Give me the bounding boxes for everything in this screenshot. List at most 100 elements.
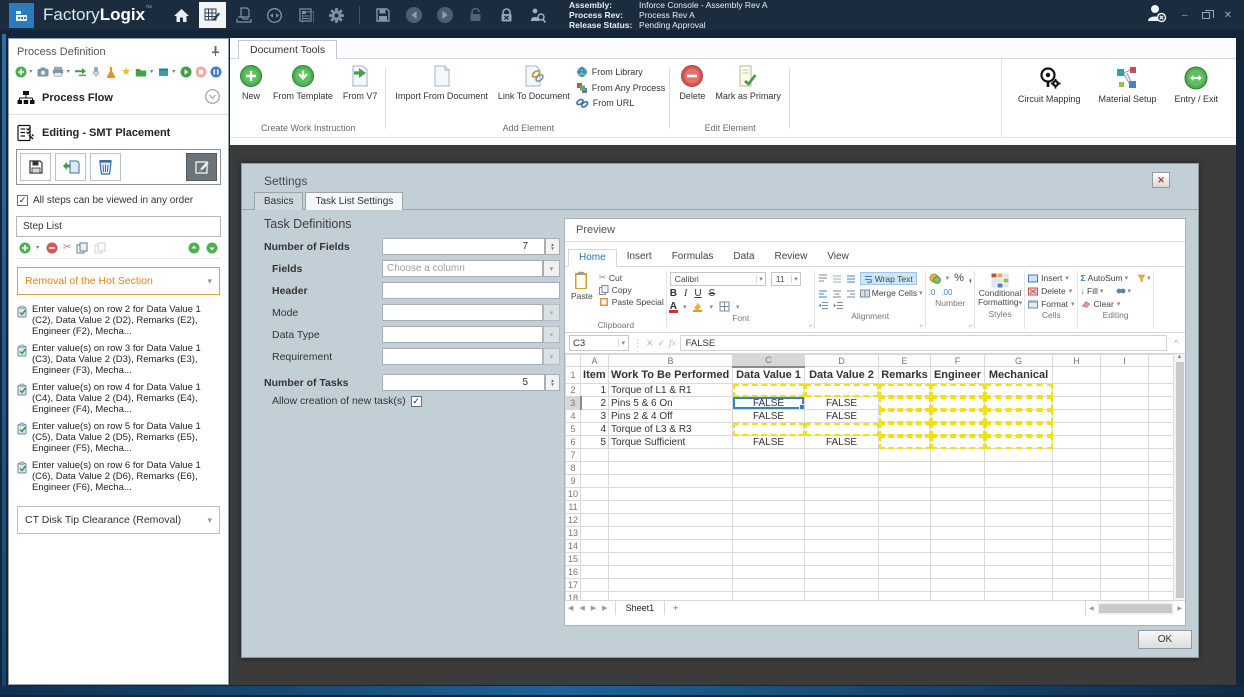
cell-A16[interactable] <box>580 565 610 579</box>
delete-cells-button[interactable]: Delete ▾ <box>1028 286 1074 296</box>
cell-G1[interactable]: Mechanical <box>984 366 1054 384</box>
cell-E2[interactable] <box>878 383 932 397</box>
font-dialog-launcher[interactable]: ⌐ <box>809 323 813 330</box>
align-top-icon[interactable] <box>818 274 828 283</box>
cell-A8[interactable] <box>580 461 610 475</box>
cell-B16[interactable] <box>608 565 734 579</box>
cell-H18[interactable] <box>1052 591 1102 600</box>
confirm-entry-button[interactable]: ✓ <box>658 338 666 349</box>
order-checkbox[interactable]: ✓ <box>17 195 28 206</box>
cell-C8[interactable] <box>732 461 806 475</box>
mic-icon[interactable] <box>89 65 102 78</box>
cell-I18[interactable] <box>1100 591 1150 600</box>
cell-G2[interactable] <box>984 383 1054 397</box>
delete-definition-button[interactable] <box>90 153 121 181</box>
entry-exit-button[interactable]: Entry / Exit <box>1170 63 1222 137</box>
cell-H14[interactable] <box>1052 539 1102 553</box>
cell-G9[interactable] <box>984 474 1054 488</box>
column-header-A[interactable]: A <box>580 354 610 367</box>
wrap-text-button[interactable]: Wrap Text <box>859 272 917 285</box>
from-any-process-button[interactable]: From Any Process <box>576 82 665 94</box>
cell-B12[interactable] <box>608 513 734 527</box>
cell-E18[interactable] <box>878 591 932 600</box>
pin-icon[interactable] <box>211 45 220 59</box>
excel-tab-review[interactable]: Review <box>765 249 818 266</box>
cell-A11[interactable] <box>580 500 610 514</box>
unlock-icon[interactable] <box>462 2 489 28</box>
cell-D11[interactable] <box>804 500 880 514</box>
cell-E9[interactable] <box>878 474 932 488</box>
cell-A13[interactable] <box>580 526 610 540</box>
underline-button[interactable]: U <box>694 288 701 299</box>
cell-I4[interactable] <box>1100 409 1150 423</box>
cell-G3[interactable] <box>984 396 1054 410</box>
cell-B6[interactable]: Torque Sufficient <box>608 435 734 449</box>
cell-A12[interactable] <box>580 513 610 527</box>
print-dropdown-icon[interactable]: ▾ <box>67 68 72 75</box>
chevron-down-icon[interactable]: ▾ <box>207 515 212 526</box>
cell-H13[interactable] <box>1052 526 1102 540</box>
row-header-8[interactable]: 8 <box>565 461 582 475</box>
cell-C12[interactable] <box>732 513 806 527</box>
add-step-icon[interactable] <box>18 241 32 254</box>
process-flow-header[interactable]: Process Flow <box>9 82 228 115</box>
cell-G5[interactable] <box>984 422 1054 436</box>
cancel-entry-button[interactable]: ✕ <box>646 338 654 349</box>
cell-A10[interactable] <box>580 487 610 501</box>
cell-D13[interactable] <box>804 526 880 540</box>
cell-C11[interactable] <box>732 500 806 514</box>
cell-E8[interactable] <box>878 461 932 475</box>
add-dropdown-icon[interactable]: ▾ <box>29 68 34 75</box>
row-header-13[interactable]: 13 <box>565 526 582 540</box>
cell-B1[interactable]: Work To Be Performed <box>608 366 734 384</box>
row-header-14[interactable]: 14 <box>565 539 582 553</box>
name-box[interactable]: C3 ▾ <box>569 335 629 351</box>
back-icon[interactable] <box>400 2 427 28</box>
cell-H8[interactable] <box>1052 461 1102 475</box>
tab-basics[interactable]: Basics <box>254 192 304 210</box>
paste-button[interactable]: Paste <box>568 269 596 319</box>
cell-D4[interactable]: FALSE <box>804 409 880 423</box>
cut-button[interactable]: ✂ Cut <box>599 272 664 283</box>
conditional-formatting-button[interactable]: Conditional Formatting▾ <box>978 269 1022 308</box>
cell-D12[interactable] <box>804 513 880 527</box>
number-of-tasks-input[interactable] <box>382 374 545 391</box>
process-editor-icon[interactable] <box>199 2 227 28</box>
pause-icon[interactable] <box>210 65 223 78</box>
from-url-button[interactable]: From URL <box>575 98 666 108</box>
cell-I2[interactable] <box>1100 383 1150 397</box>
header-input[interactable] <box>382 282 560 299</box>
row-header-2[interactable]: 2 <box>565 383 582 397</box>
cell-H3[interactable] <box>1052 396 1102 410</box>
cell-H16[interactable] <box>1052 565 1102 579</box>
cell-B15[interactable] <box>608 552 734 566</box>
cell-E13[interactable] <box>878 526 932 540</box>
cell-D18[interactable] <box>804 591 880 600</box>
cell-D2[interactable] <box>804 383 880 397</box>
cell-F11[interactable] <box>930 500 986 514</box>
cell-F15[interactable] <box>930 552 986 566</box>
cell-G4[interactable] <box>984 409 1054 423</box>
borders-button[interactable] <box>719 301 730 312</box>
cell-A1[interactable]: Item <box>580 366 610 384</box>
strikethrough-button[interactable]: S <box>709 288 716 299</box>
cell-D14[interactable] <box>804 539 880 553</box>
step-item[interactable]: Enter value(s) on row 6 for Data Value 1… <box>15 457 226 496</box>
minimize-button[interactable]: – <box>1182 10 1188 21</box>
insert-cells-button[interactable]: Insert ▾ <box>1028 273 1074 283</box>
row-header-6[interactable]: 6 <box>565 435 582 449</box>
add-sheet-button[interactable]: + <box>665 603 686 613</box>
from-template-button[interactable]: From Template <box>269 62 337 101</box>
cell-F1[interactable]: Engineer <box>930 366 986 384</box>
tab-document-tools[interactable]: Document Tools <box>238 40 338 59</box>
increase-decimal-button[interactable]: .0 <box>929 288 936 297</box>
cell-C17[interactable] <box>732 578 806 592</box>
cell-F9[interactable] <box>930 474 986 488</box>
close-button[interactable]: ✕ <box>1224 10 1232 21</box>
cell-B14[interactable] <box>608 539 734 553</box>
cell-F10[interactable] <box>930 487 986 501</box>
cell-F2[interactable] <box>930 383 986 397</box>
dropdown-icon[interactable]: ▾ <box>683 303 687 311</box>
cell-E4[interactable] <box>878 409 932 423</box>
allow-new-tasks-checkbox[interactable]: ✓ <box>410 395 422 407</box>
